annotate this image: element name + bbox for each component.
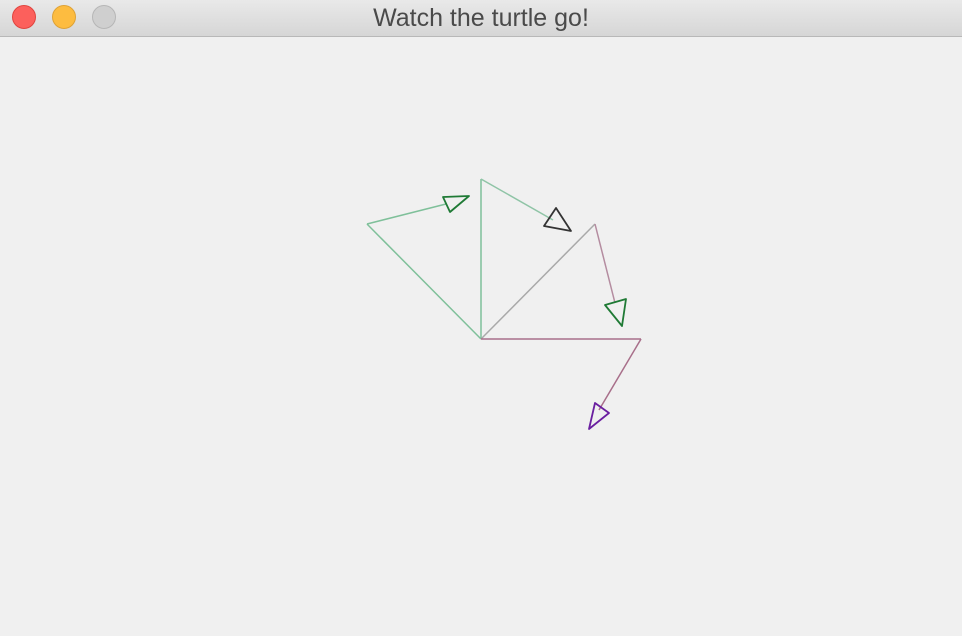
trail-segment [480,178,554,221]
window-title: Watch the turtle go! [373,4,589,32]
app-window: Watch the turtle go! [0,0,962,636]
turtle-drawing [366,178,642,430]
turtle-arrow-icon [543,207,572,232]
turtle-arrow-icon [604,298,627,327]
trail-segment [366,223,482,340]
turtle-arrow-icon [442,195,470,213]
turtle-canvas [0,37,962,636]
trail-segment [598,338,642,411]
title-bar[interactable]: Watch the turtle go! [0,0,962,37]
trail-segment [594,223,616,304]
trail-segment [480,223,596,340]
trail-segment [366,203,447,225]
turtle-arrow-icon [588,402,610,430]
